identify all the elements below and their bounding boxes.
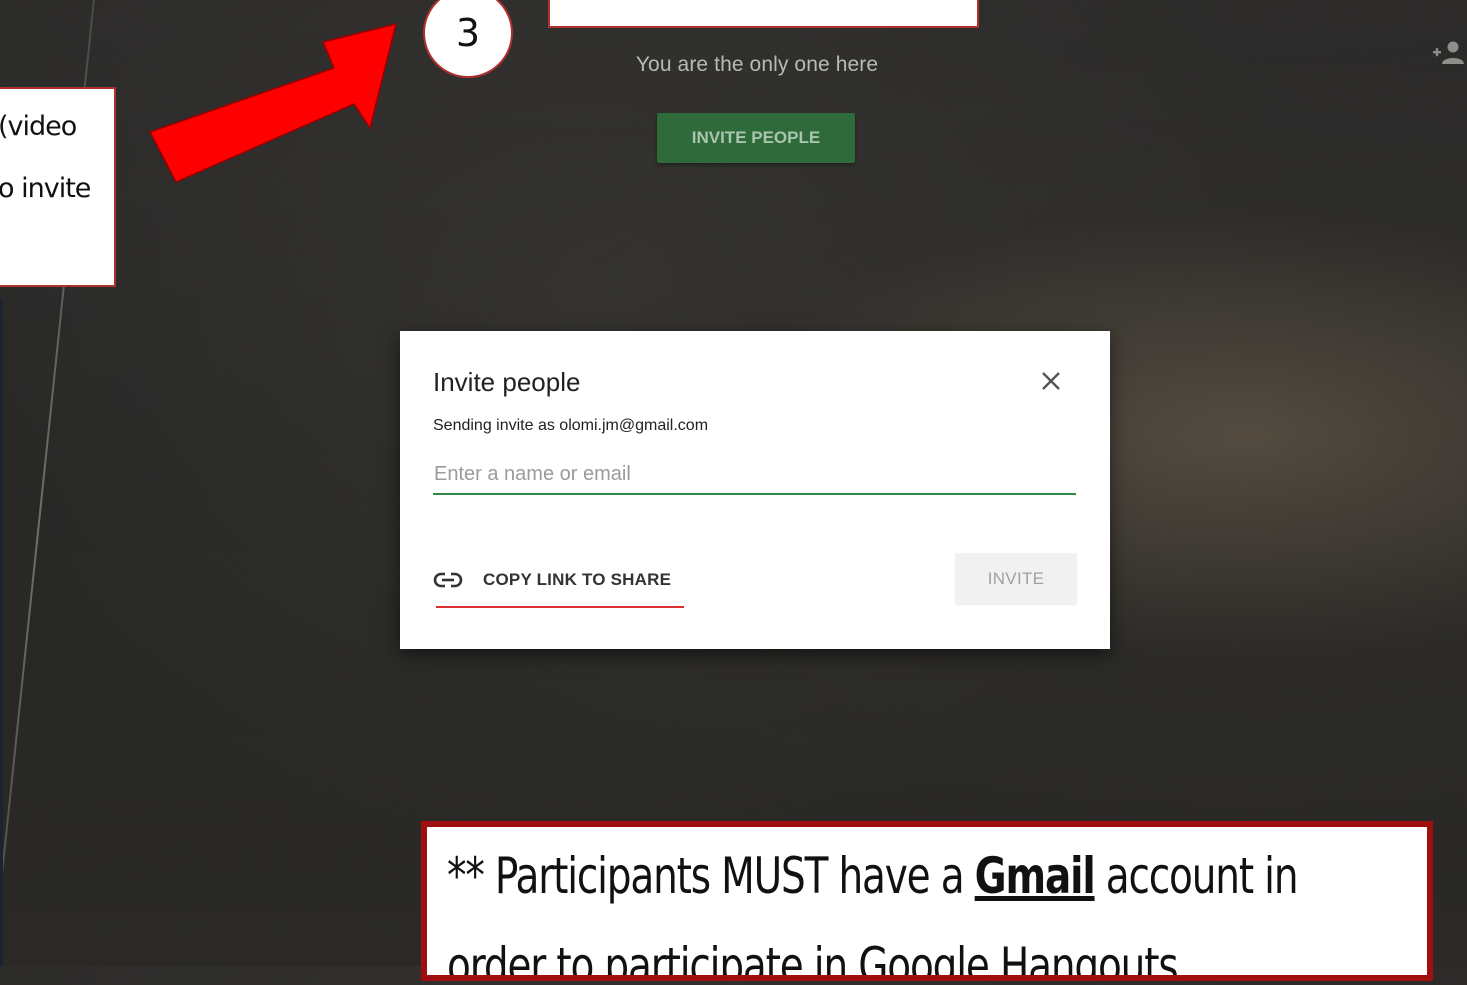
invite-people-dialog: Invite people Sending invite as olomi.jm… (400, 331, 1110, 649)
red-arrow-icon (148, 22, 398, 183)
close-icon[interactable] (1036, 366, 1066, 396)
annotation-left-note: (video o invite (0, 87, 116, 287)
copy-link-to-share-button[interactable]: COPY LINK TO SHARE (433, 563, 671, 597)
gmail-note-bold: Gmail (974, 847, 1096, 905)
annotation-red-underline (436, 606, 684, 608)
gmail-note-line1: ** Participants MUST have a Gmail accoun… (447, 847, 1299, 905)
add-person-icon[interactable] (1432, 40, 1466, 66)
invite-people-button[interactable]: INVITE PEOPLE (657, 113, 855, 163)
left-note-line1: (video (0, 111, 77, 142)
invite-button[interactable]: INVITE (955, 553, 1077, 604)
only-one-here-message: You are the only one here (635, 53, 879, 76)
background-left-edge (0, 300, 3, 966)
annotation-top-box (548, 0, 979, 28)
left-note-line2: o invite (0, 173, 91, 204)
gmail-note-line2: order to participate in Google Hangouts (447, 937, 1179, 981)
sending-invite-as-text: Sending invite as olomi.jm@gmail.com (433, 417, 709, 434)
annotation-gmail-requirement-note: ** Participants MUST have a Gmail accoun… (421, 821, 1433, 981)
link-icon (433, 572, 463, 588)
name-or-email-input[interactable] (433, 455, 1076, 495)
gmail-note-prefix: ** Participants MUST have a (447, 847, 975, 905)
dialog-title: Invite people (433, 367, 581, 397)
copy-link-label: COPY LINK TO SHARE (483, 570, 672, 589)
gmail-note-suffix: account in (1094, 847, 1299, 905)
